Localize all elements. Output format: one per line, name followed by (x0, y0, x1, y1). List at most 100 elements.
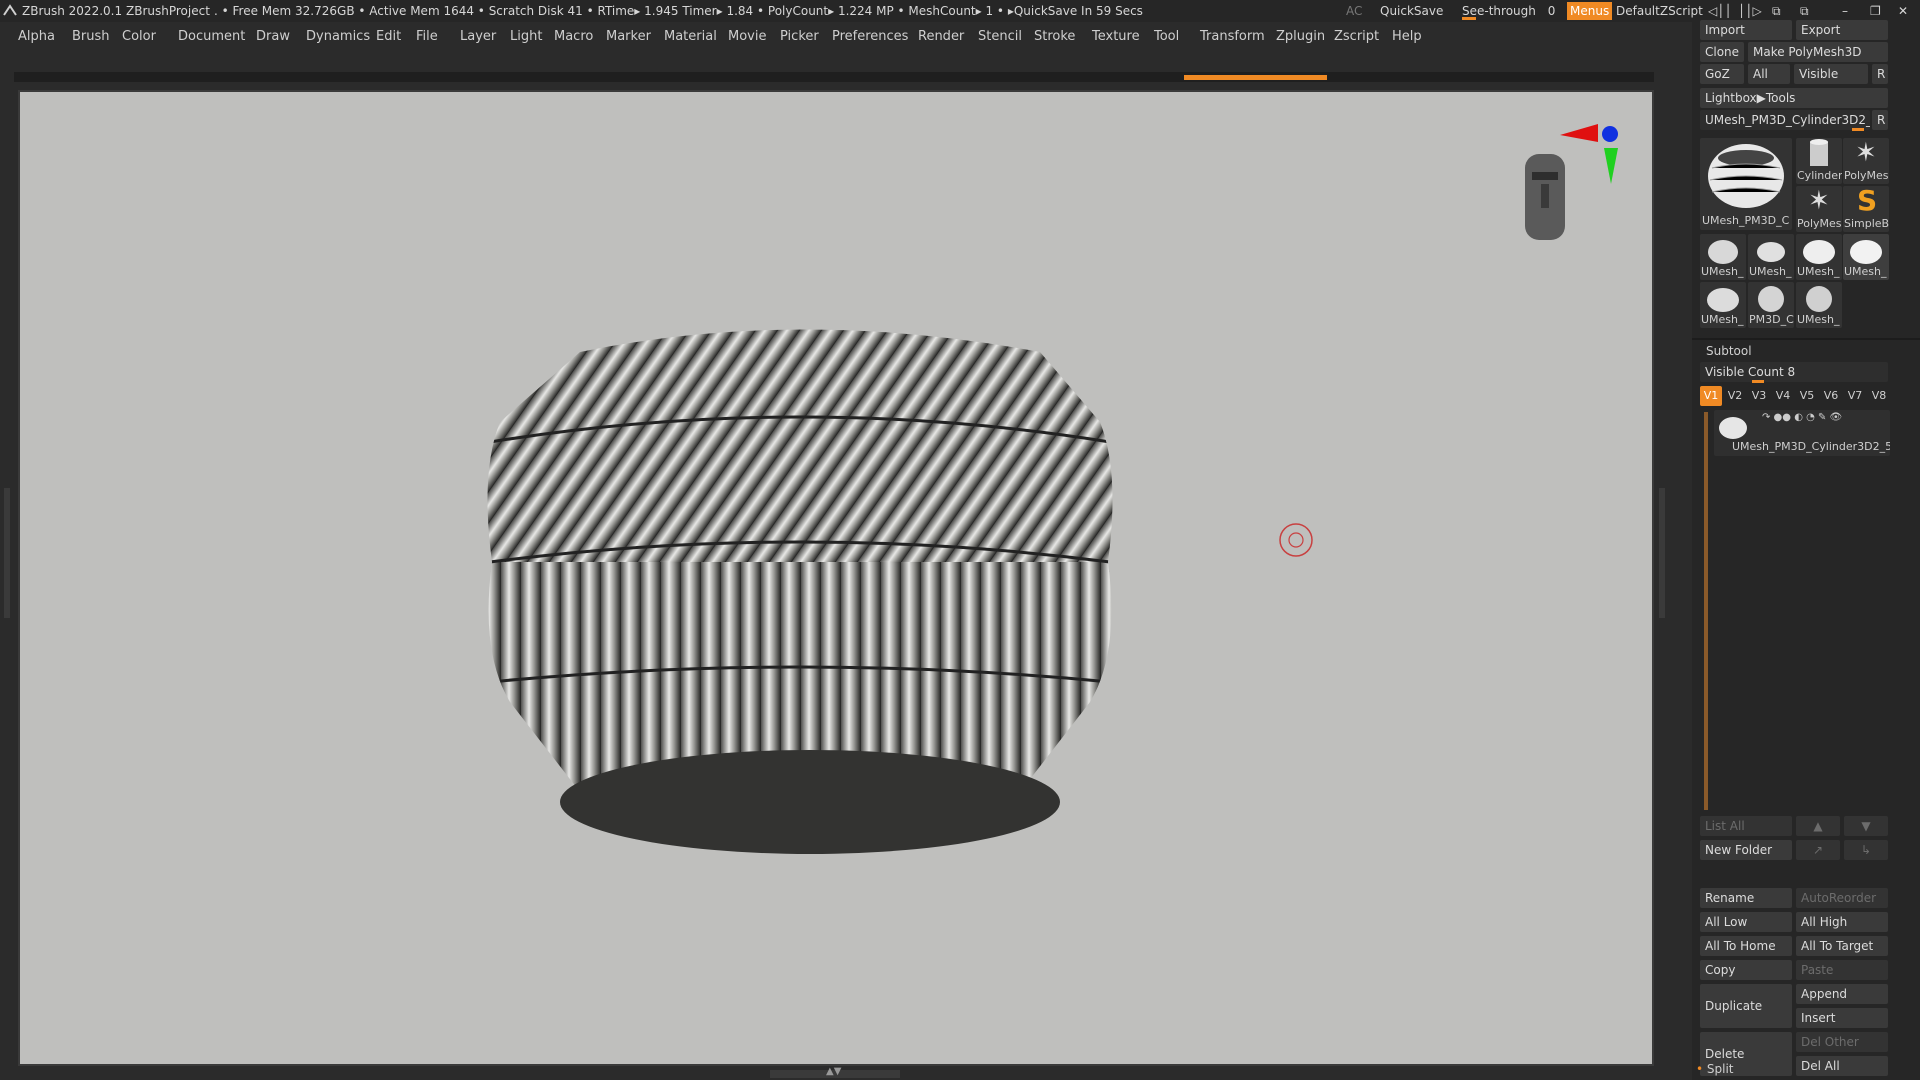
menu-preferences[interactable]: Preferences (832, 24, 908, 50)
all-to-target-button[interactable]: All To Target (1796, 936, 1888, 956)
all-to-home-button[interactable]: All To Home (1700, 936, 1792, 956)
canvas-viewport[interactable] (18, 90, 1654, 1066)
rename-button[interactable]: Rename (1700, 888, 1792, 908)
folder-return-icon[interactable]: ↳ (1844, 840, 1888, 860)
current-tool-slider[interactable]: UMesh_PM3D_Cylinder3D2_5 (1700, 110, 1870, 130)
menu-document[interactable]: Document (178, 24, 245, 50)
del-other-button[interactable]: Del Other (1796, 1032, 1888, 1052)
ac-toggle[interactable]: AC (1346, 0, 1362, 22)
move-up-icon[interactable]: ▲ (1796, 816, 1840, 836)
menu-zscript[interactable]: Zscript (1334, 24, 1379, 50)
insert-button[interactable]: Insert (1796, 1008, 1888, 1028)
subtool-list-scrollbar[interactable] (1704, 412, 1708, 810)
export-button[interactable]: Export (1796, 20, 1888, 40)
tool-thumb-polymesh-star[interactable]: ✶ PolyMes (1843, 138, 1889, 184)
minimize-icon[interactable]: – (1842, 0, 1848, 22)
tool-thumb-umesh-4[interactable]: UMesh_ (1843, 234, 1889, 280)
menu-help[interactable]: Help (1392, 24, 1422, 50)
window-swap-icon[interactable]: ⧉ (1800, 0, 1809, 22)
append-button[interactable]: Append (1796, 984, 1888, 1004)
tool-thumb-umesh-6[interactable]: UMesh_ (1796, 282, 1842, 328)
menu-stroke[interactable]: Stroke (1034, 24, 1075, 50)
menus-toggle[interactable]: Menus (1567, 2, 1613, 20)
menu-layer[interactable]: Layer (460, 24, 496, 50)
tool-thumb-umesh-5[interactable]: UMesh_ (1700, 282, 1746, 328)
see-through-slider[interactable]: See-through 0 (1462, 0, 1555, 22)
make-polymesh-button[interactable]: Make PolyMesh3D (1748, 42, 1888, 62)
paste-button[interactable]: Paste (1796, 960, 1888, 980)
visible-count-slider[interactable]: Visible Count 8 (1700, 362, 1888, 382)
current-tool-r-button[interactable]: R (1872, 110, 1888, 130)
goz-button[interactable]: GoZ (1700, 64, 1744, 84)
tool-thumb-umesh-1[interactable]: UMesh_ (1700, 234, 1746, 280)
tool-thumb-pm3d[interactable]: PM3D_C (1748, 282, 1794, 328)
menu-zplugin[interactable]: Zplugin (1276, 24, 1325, 50)
move-down-icon[interactable]: ▼ (1844, 816, 1888, 836)
right-tray-handle[interactable] (1659, 488, 1665, 618)
tab-v7[interactable]: V7 (1844, 386, 1866, 406)
menu-draw[interactable]: Draw (256, 24, 290, 50)
all-high-button[interactable]: All High (1796, 912, 1888, 932)
tool-thumb-current[interactable]: UMesh_PM3D_C (1700, 138, 1792, 230)
title-bar: ZBrush 2022.0.1 ZBrushProject . • Free M… (0, 0, 1920, 22)
goz-all-button[interactable]: All (1748, 64, 1790, 84)
tool-thumb-umesh-3[interactable]: UMesh_ (1796, 234, 1842, 280)
copy-button[interactable]: Copy (1700, 960, 1792, 980)
tray-toggle-right-icon[interactable]: ││▷ (1738, 0, 1762, 22)
window-layout-icon[interactable]: ⧉ (1772, 0, 1781, 22)
folder-arrow-icon[interactable]: ↗ (1796, 840, 1840, 860)
tray-toggle-icon[interactable]: ◁││ (1708, 0, 1732, 22)
menu-edit[interactable]: Edit (376, 24, 401, 50)
lightbox-tools-button[interactable]: Lightbox▶Tools (1700, 88, 1888, 108)
restore-icon[interactable]: ❐ (1870, 0, 1881, 22)
tool-thumb-polymesh-star2[interactable]: ✶ PolyMes (1796, 186, 1842, 232)
menu-transform[interactable]: Transform (1200, 24, 1265, 50)
tab-v2[interactable]: V2 (1724, 386, 1746, 406)
split-section[interactable]: • Split (1696, 1062, 1734, 1076)
del-all-button[interactable]: Del All (1796, 1056, 1888, 1076)
tool-thumb-label: UMesh_ (1797, 265, 1840, 278)
subtool-item[interactable]: ↷ ●● ◐ ◔ ✎ 👁 UMesh_PM3D_Cylinder3D2_5 (1714, 410, 1890, 456)
new-folder-button[interactable]: New Folder (1700, 840, 1792, 860)
tool-thumb-label: UMesh_ (1701, 265, 1744, 278)
goz-visible-button[interactable]: Visible (1794, 64, 1868, 84)
tab-v6[interactable]: V6 (1820, 386, 1842, 406)
tab-v5[interactable]: V5 (1796, 386, 1818, 406)
tab-v4[interactable]: V4 (1772, 386, 1794, 406)
list-all-button[interactable]: List All (1700, 816, 1792, 836)
quicksave-button[interactable]: QuickSave (1380, 0, 1443, 22)
left-tray-handle[interactable] (4, 488, 10, 618)
menu-stencil[interactable]: Stencil (978, 24, 1022, 50)
all-low-button[interactable]: All Low (1700, 912, 1792, 932)
duplicate-button[interactable]: Duplicate (1700, 984, 1792, 1028)
menu-alpha[interactable]: Alpha (18, 24, 55, 50)
tab-v1[interactable]: V1 (1700, 386, 1722, 406)
menu-tool[interactable]: Tool (1154, 24, 1179, 50)
menu-render[interactable]: Render (918, 24, 964, 50)
subtool-item-toggles[interactable]: ↷ ●● ◐ ◔ ✎ 👁 (1762, 412, 1842, 423)
clone-button[interactable]: Clone (1700, 42, 1744, 62)
menu-dynamics[interactable]: Dynamics (306, 24, 370, 50)
menu-macro[interactable]: Macro (554, 24, 593, 50)
star-icon: ✶ (1855, 138, 1877, 168)
tab-v8[interactable]: V8 (1868, 386, 1890, 406)
close-icon[interactable]: ✕ (1898, 0, 1908, 22)
menu-picker[interactable]: Picker (780, 24, 819, 50)
menu-texture[interactable]: Texture (1092, 24, 1140, 50)
bottom-tray-handle[interactable]: ▲▼ (770, 1066, 900, 1078)
tab-v3[interactable]: V3 (1748, 386, 1770, 406)
auto-reorder-button[interactable]: AutoReorder (1796, 888, 1888, 908)
menu-light[interactable]: Light (510, 24, 542, 50)
tool-thumb-cylinder[interactable]: Cylinder (1796, 138, 1842, 184)
menu-material[interactable]: Material (664, 24, 717, 50)
import-button[interactable]: Import (1700, 20, 1792, 40)
tool-thumb-umesh-2[interactable]: UMesh_ (1748, 234, 1794, 280)
menu-color[interactable]: Color (122, 24, 156, 50)
menu-file[interactable]: File (416, 24, 438, 50)
menu-movie[interactable]: Movie (728, 24, 766, 50)
menu-marker[interactable]: Marker (606, 24, 651, 50)
menu-brush[interactable]: Brush (72, 24, 110, 50)
subtool-title[interactable]: Subtool (1706, 344, 1752, 358)
tool-thumb-simplebrush[interactable]: S SimpleB (1843, 184, 1889, 232)
goz-r-button[interactable]: R (1872, 64, 1888, 84)
